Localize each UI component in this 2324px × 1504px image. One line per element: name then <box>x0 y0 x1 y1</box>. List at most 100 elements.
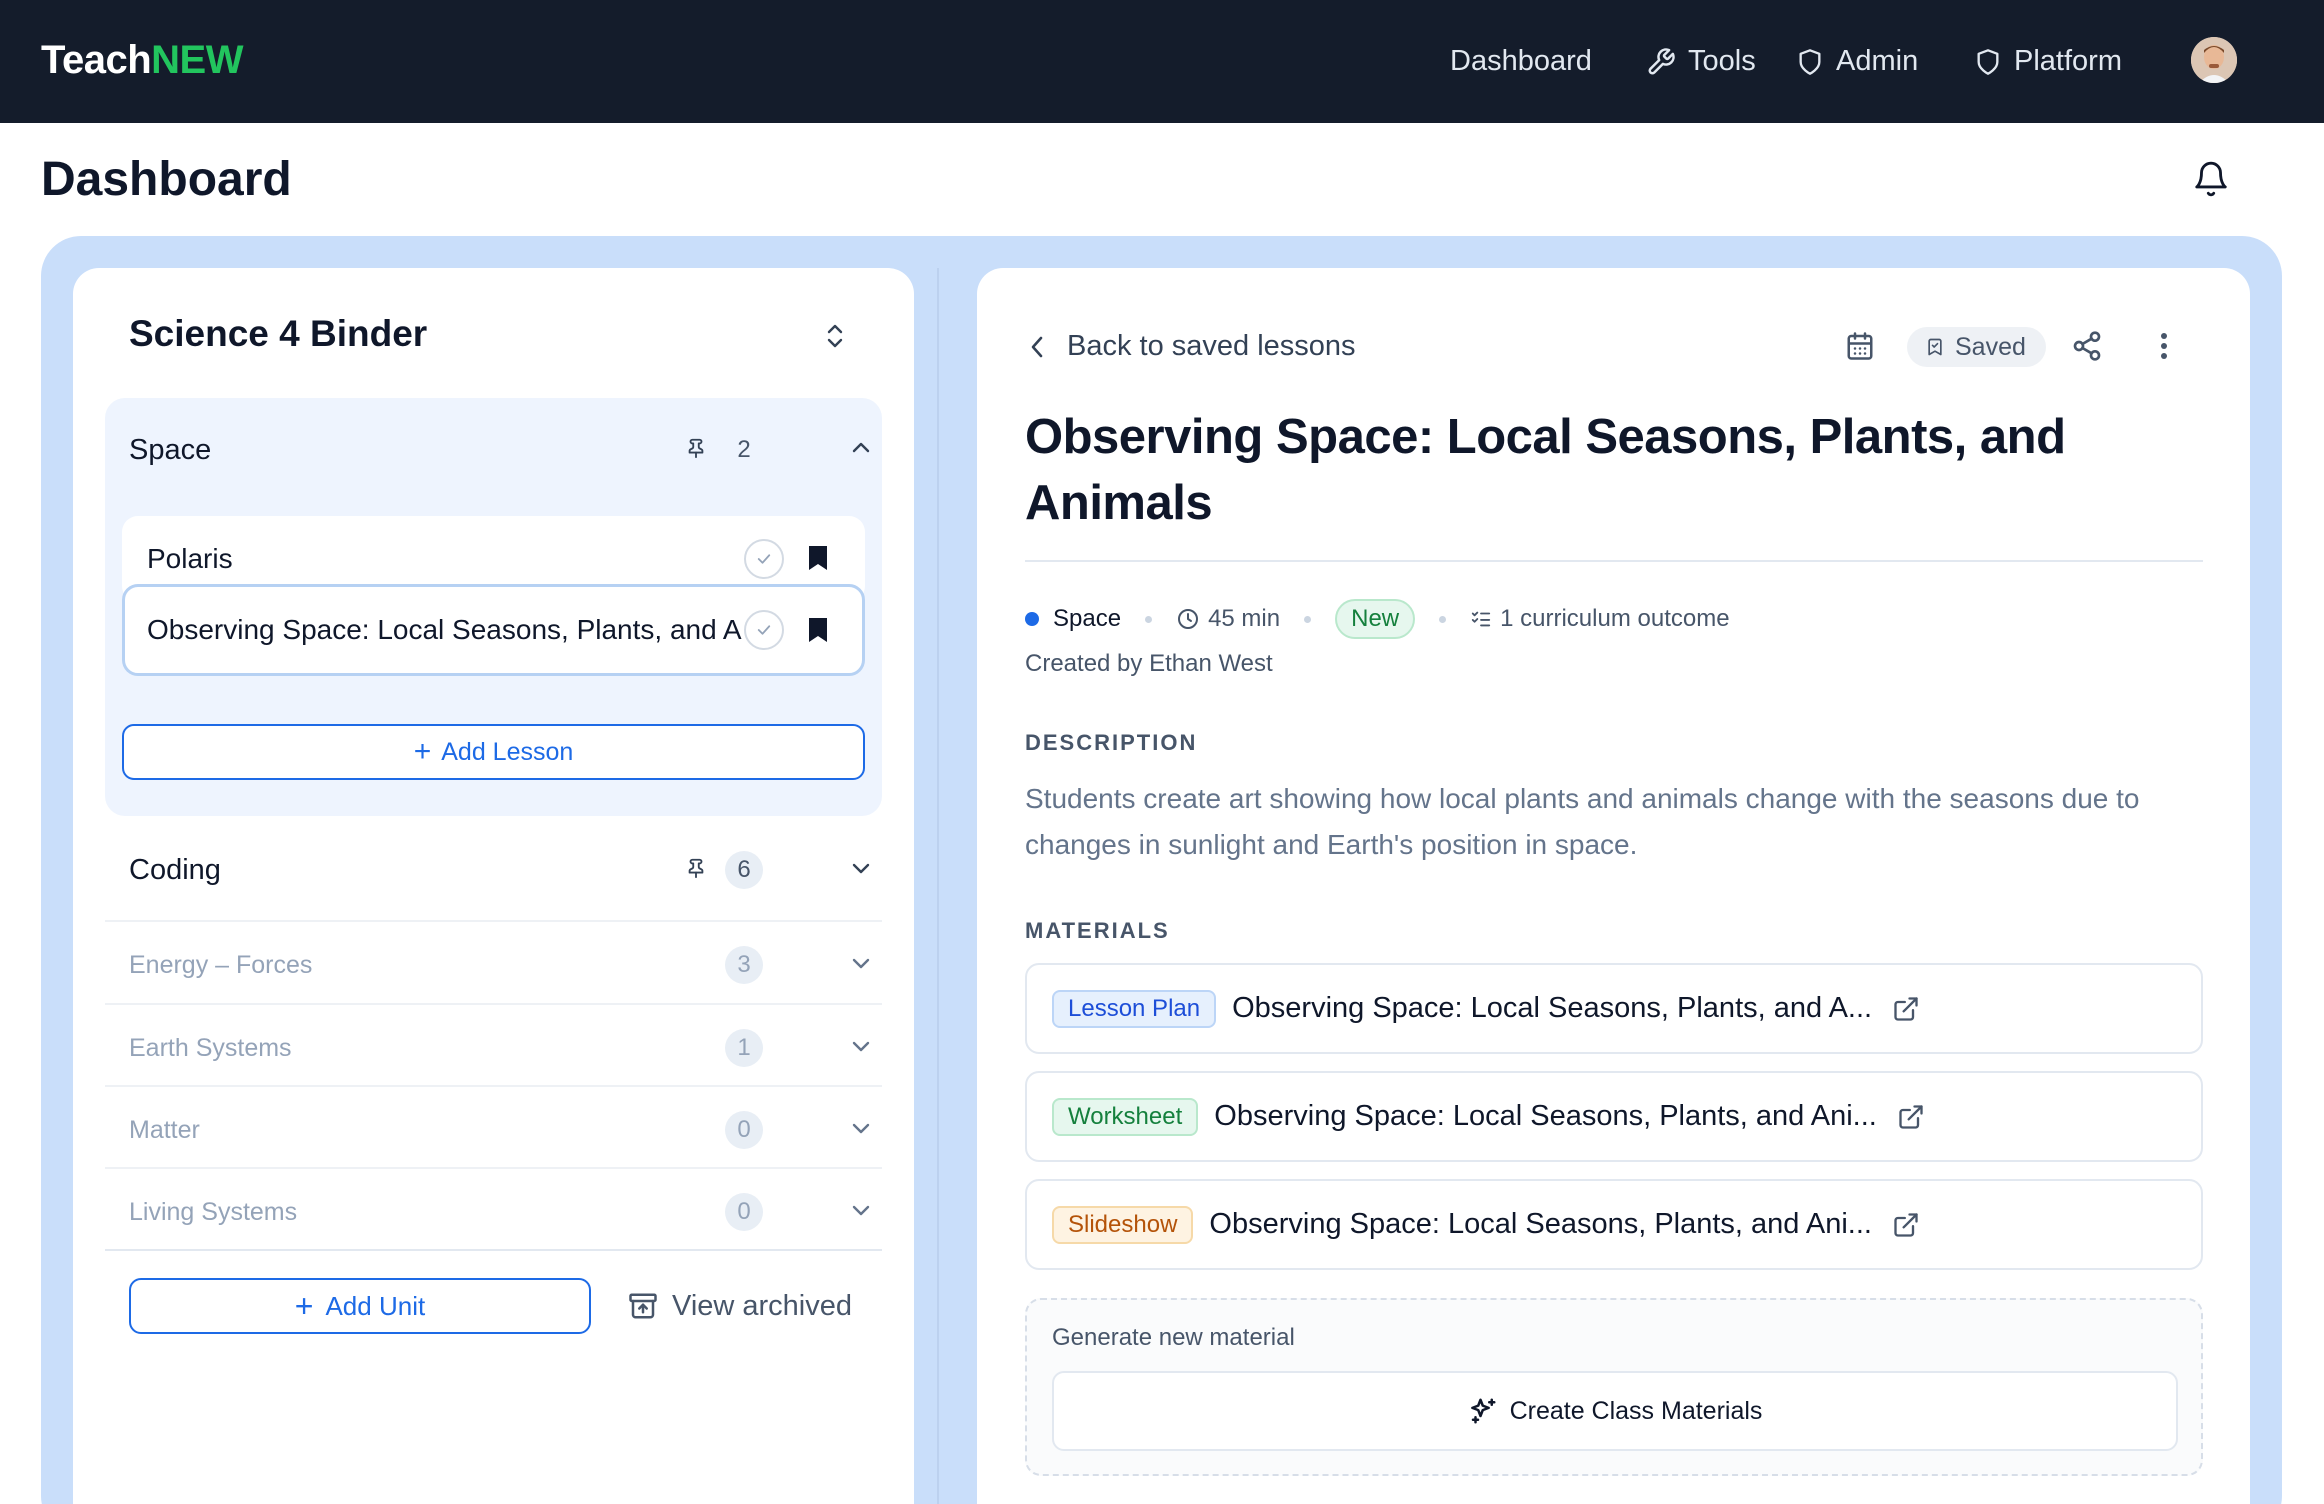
bookmark-icon[interactable] <box>807 616 829 649</box>
chevron-down-icon[interactable] <box>849 1116 873 1145</box>
page-title: Dashboard <box>41 153 292 206</box>
unit-name: Earth Systems <box>129 1033 292 1062</box>
material-type-badge: Worksheet <box>1052 1097 1199 1136</box>
nav-platform[interactable]: Platform <box>1974 0 2122 123</box>
calendar-button[interactable] <box>1845 330 1875 367</box>
external-link-icon[interactable] <box>1892 1211 1920 1239</box>
lesson-detail-panel: Back to saved lessons Saved Observing Sp… <box>977 268 2250 1504</box>
create-class-materials-button[interactable]: Create Class Materials <box>1052 1371 2178 1451</box>
add-unit-button[interactable]: + Add Unit <box>129 1278 591 1334</box>
complete-toggle[interactable] <box>744 539 784 579</box>
bookmark-icon[interactable] <box>807 544 829 577</box>
bell-icon <box>2195 161 2227 197</box>
saved-button[interactable]: Saved <box>1907 327 2046 367</box>
nav-dashboard[interactable]: Dashboard <box>1450 0 1592 123</box>
generate-label: Generate new material <box>1052 1324 1295 1351</box>
lesson-description: Students create art showing how local pl… <box>1025 783 2140 860</box>
lesson-title: Observing Space: Local Seasons, Plants, … <box>147 614 742 645</box>
unit-living-systems[interactable]: Living Systems 0 <box>73 1173 914 1251</box>
unit-coding[interactable]: Coding 6 <box>73 838 914 902</box>
archive-icon <box>629 1293 657 1319</box>
create-button-label: Create Class Materials <box>1509 1396 1763 1425</box>
material-row[interactable]: Worksheet Observing Space: Local Seasons… <box>1025 1071 2203 1162</box>
unit-energy-forces[interactable]: Energy – Forces 3 <box>73 926 914 1004</box>
pin-icon[interactable] <box>685 855 707 886</box>
lesson-card-selected[interactable]: Observing Space: Local Seasons, Plants, … <box>122 584 865 676</box>
share-icon <box>2073 331 2101 361</box>
unit-name: Energy – Forces <box>129 950 313 979</box>
lesson-count-badge: 2 <box>737 436 751 463</box>
unit-name: Space <box>129 433 212 466</box>
unit-color-dot <box>1025 612 1039 626</box>
pin-icon[interactable] <box>685 435 707 466</box>
binder-switch-button[interactable] <box>824 321 846 356</box>
saved-label: Saved <box>1955 332 2026 361</box>
view-archived-button[interactable]: View archived <box>628 1284 852 1328</box>
chevron-left-icon <box>1031 336 1043 357</box>
separator-dot <box>1304 615 1312 623</box>
nav-tools[interactable]: Tools <box>1646 0 1756 123</box>
back-link[interactable]: Back to saved lessons <box>1029 330 1356 363</box>
calendar-icon <box>1847 332 1873 360</box>
nav-admin[interactable]: Admin <box>1796 0 1918 123</box>
unit-space-header[interactable]: Space 2 <box>105 418 882 482</box>
list-checks-icon <box>1471 611 1491 627</box>
add-unit-label: Add Unit <box>325 1290 426 1321</box>
material-row[interactable]: Slideshow Observing Space: Local Seasons… <box>1025 1179 2203 1270</box>
lesson-count-badge: 1 <box>725 1029 763 1067</box>
avatar[interactable] <box>2191 37 2237 83</box>
nav-tools-label: Tools <box>1688 45 1756 77</box>
new-badge: New <box>1335 599 1416 639</box>
complete-toggle[interactable] <box>744 610 784 650</box>
lesson-count-badge: 6 <box>725 851 763 889</box>
lesson-count-badge: 0 <box>725 1111 763 1149</box>
lesson-meta: Space 45 min New 1 curriculum outcome <box>1025 599 1730 639</box>
back-label: Back to saved lessons <box>1067 330 1356 362</box>
divider <box>105 920 882 922</box>
material-title: Observing Space: Local Seasons, Plants, … <box>1232 992 1873 1024</box>
chevron-down-icon[interactable] <box>849 1198 873 1227</box>
divider <box>1025 560 2203 562</box>
lesson-count-badge: 0 <box>725 1193 763 1231</box>
nav-dashboard-label: Dashboard <box>1450 45 1592 77</box>
check-icon <box>757 625 771 635</box>
chevron-down-icon[interactable] <box>849 856 873 885</box>
divider <box>105 1003 882 1005</box>
chevron-down-icon[interactable] <box>849 951 873 980</box>
panel-divider[interactable] <box>937 268 939 1504</box>
curriculum-outcomes-link[interactable]: 1 curriculum outcome <box>1500 605 1729 633</box>
clock-icon <box>1178 609 1199 629</box>
unit-space: Space 2 Polaris Observing Space: Local S… <box>105 398 882 816</box>
brand-text: Teach <box>41 38 152 82</box>
external-link-icon[interactable] <box>1892 995 1920 1023</box>
nav-admin-label: Admin <box>1836 45 1919 77</box>
binder-title: Science 4 Binder <box>129 313 428 354</box>
created-by: Created by Ethan West <box>1025 650 1273 677</box>
add-lesson-button[interactable]: + Add Lesson <box>122 724 865 780</box>
unit-name: Coding <box>129 853 221 886</box>
brand-accent-text: NEW <box>151 38 243 82</box>
notifications-button[interactable] <box>2192 158 2230 205</box>
more-options-button[interactable] <box>2159 330 2169 367</box>
chevron-down-icon[interactable] <box>849 1034 873 1063</box>
unit-matter[interactable]: Matter 0 <box>73 1091 914 1169</box>
plus-icon: + <box>294 1287 314 1324</box>
generate-material-box: Generate new material Create Class Mater… <box>1025 1298 2203 1476</box>
lesson-count-badge: 3 <box>725 946 763 984</box>
lesson-duration: 45 min <box>1208 605 1281 632</box>
avatar-image <box>2191 37 2237 83</box>
description-heading: DESCRIPTION <box>1025 730 1198 755</box>
external-link-icon[interactable] <box>1897 1103 1925 1131</box>
chevrons-up-down-icon <box>827 324 843 348</box>
plus-icon: + <box>413 735 432 768</box>
wrench-icon <box>1648 47 1675 74</box>
share-button[interactable] <box>2071 330 2103 367</box>
chevron-up-icon[interactable] <box>849 436 873 465</box>
brand-logo[interactable]: TeachNEW <box>41 38 243 83</box>
bookmark-check-icon <box>1928 338 1942 356</box>
material-type-badge: Slideshow <box>1052 1205 1194 1244</box>
unit-earth-systems[interactable]: Earth Systems 1 <box>73 1009 914 1087</box>
top-navbar: TeachNEW Dashboard Tools Admin Platform <box>0 0 2324 123</box>
material-row[interactable]: Lesson Plan Observing Space: Local Seaso… <box>1025 963 2203 1054</box>
material-title: Observing Space: Local Seasons, Plants, … <box>1209 1208 1872 1240</box>
